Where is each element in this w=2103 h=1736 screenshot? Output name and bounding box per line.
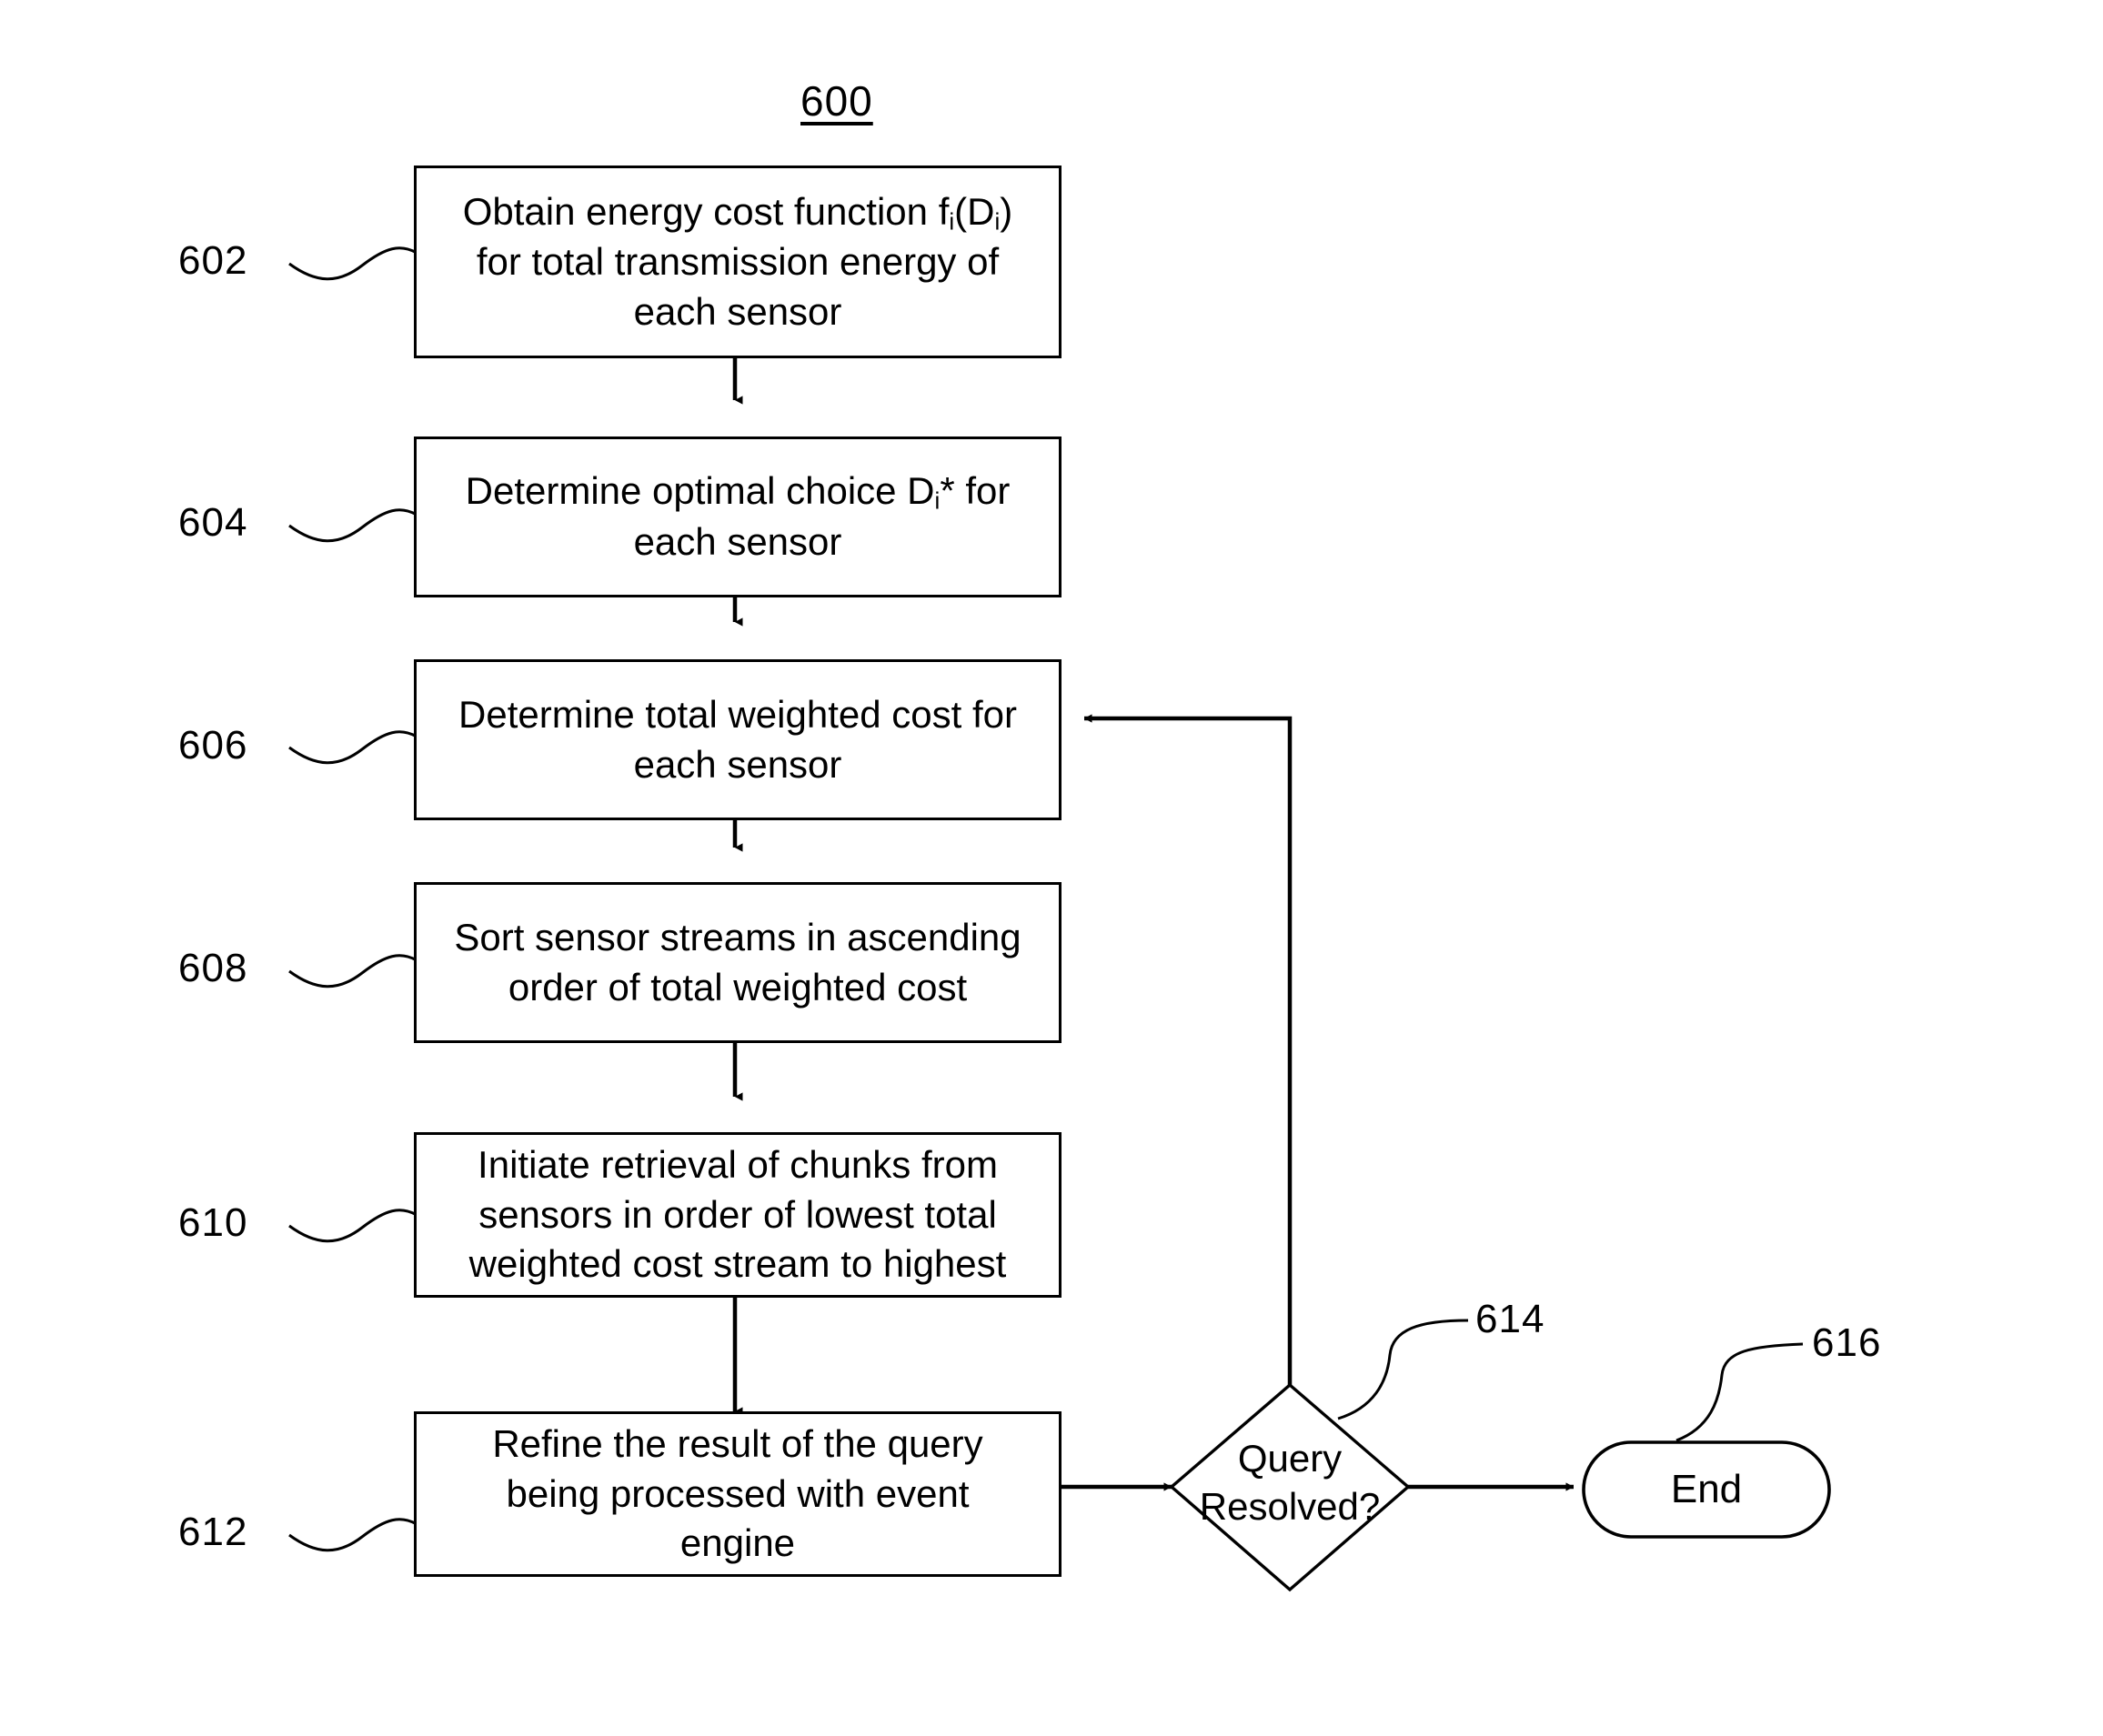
process-612-line1: Refine the result of the query [492, 1422, 983, 1466]
process-602-line1-parta: Obtain energy cost function f [462, 189, 950, 233]
process-box-602-text: Obtain energy cost function fi(Di) for t… [450, 187, 1026, 337]
leader-line-616 [1675, 1342, 1804, 1442]
process-612-line3: engine [679, 1521, 796, 1565]
figure-number: 600 [800, 77, 873, 125]
leader-line-608 [288, 954, 418, 988]
reference-number-608: 608 [178, 946, 248, 990]
process-box-612-text: Refine the result of the query being pro… [479, 1420, 995, 1569]
terminator-label-616[interactable]: End [1584, 1467, 1829, 1512]
process-604-line2: each sensor [633, 519, 842, 563]
process-606-line2: each sensor [633, 742, 842, 786]
reference-number-612: 612 [178, 1510, 248, 1554]
reference-number-614: 614 [1475, 1297, 1545, 1341]
patent-flowchart-figure: 600 Obtain energy cost function fi(Di) f… [0, 0, 2103, 1736]
process-box-606-text: Determine total weighted cost for each s… [446, 690, 1030, 789]
process-606-line1: Determine total weighted cost for [458, 692, 1017, 736]
process-box-608-text: Sort sensor streams in ascending order o… [441, 913, 1033, 1012]
process-box-606[interactable]: Determine total weighted cost for each s… [414, 659, 1062, 820]
process-box-604[interactable]: Determine optimal choice Di* for each se… [414, 437, 1062, 597]
decision-614-line2: Resolved? [1199, 1484, 1381, 1528]
reference-number-602: 602 [178, 238, 248, 283]
reference-number-606: 606 [178, 723, 248, 768]
decision-614-line1: Query [1237, 1437, 1343, 1480]
process-602-line2: for total transmission energy of [476, 240, 1000, 284]
process-610-line2: sensors in order of lowest total [478, 1192, 997, 1236]
process-box-602[interactable]: Obtain energy cost function fi(Di) for t… [414, 166, 1062, 358]
connector-614-feedback-to-606 [1083, 714, 1293, 1385]
process-610-line3: weighted cost stream to highest [468, 1242, 1007, 1286]
process-610-line1: Initiate retrieval of chunks from [478, 1143, 998, 1187]
decision-label-614[interactable]: Query Resolved? [1172, 1435, 1408, 1530]
process-box-604-text: Determine optimal choice Di* for each se… [453, 467, 1023, 567]
process-box-610-text: Initiate retrieval of chunks from sensor… [457, 1140, 1020, 1289]
reference-number-616: 616 [1812, 1320, 1882, 1365]
process-box-608[interactable]: Sort sensor streams in ascending order o… [414, 882, 1062, 1043]
reference-number-604: 604 [178, 500, 248, 545]
process-604-line1-partb: * for [940, 469, 1011, 513]
leader-line-604 [288, 508, 418, 543]
process-602-line3: each sensor [633, 289, 842, 333]
process-602-line1-partb: (D [954, 189, 995, 233]
process-box-612[interactable]: Refine the result of the query being pro… [414, 1411, 1062, 1577]
process-box-610[interactable]: Initiate retrieval of chunks from sensor… [414, 1132, 1062, 1298]
process-602-line1-partc: ) [1000, 189, 1013, 233]
process-608-line2: order of total weighted cost [508, 965, 968, 1008]
leader-line-614 [1337, 1319, 1469, 1420]
reference-number-610: 610 [178, 1200, 248, 1245]
leader-line-612 [288, 1518, 418, 1552]
process-604-line1-parta: Determine optimal choice D [465, 469, 935, 513]
leader-line-606 [288, 730, 418, 765]
leader-line-602 [288, 246, 418, 281]
process-608-line1: Sort sensor streams in ascending [454, 915, 1021, 958]
process-612-line2: being processed with event [506, 1471, 970, 1515]
leader-line-610 [288, 1209, 418, 1243]
